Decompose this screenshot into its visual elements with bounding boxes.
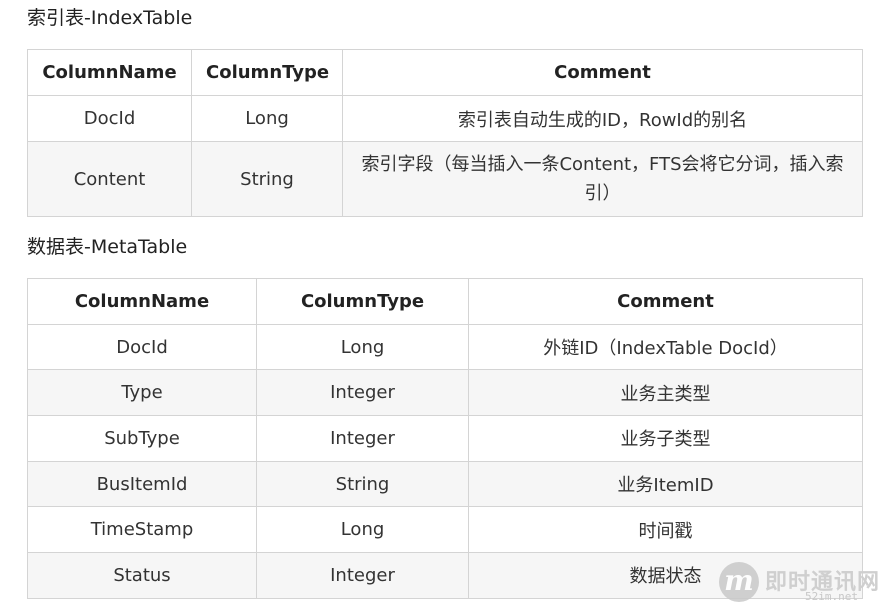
meta-table-title: 数据表-MetaTable [27,236,188,258]
table-cell: DocId [27,95,192,142]
table-cell: 索引字段（每当插入一条Content，FTS会将它分词，插入索引） [342,141,863,217]
table-cell: String [191,141,343,217]
table-row: BusItemId String 业务ItemID [27,460,863,508]
table-cell: Content [27,141,192,217]
table-cell: TimeStamp [27,506,257,554]
table-cell: Integer [256,415,469,462]
table-header-row: ColumnName ColumnType Comment [27,49,863,96]
meta-table: ColumnName ColumnType Comment DocId Long… [27,278,863,599]
table-cell: 业务ItemID [468,460,863,508]
table-cell: String [256,460,469,508]
column-header: Comment [468,278,863,325]
column-header: Comment [342,49,863,96]
table-cell: Long [256,506,469,554]
table-cell: BusItemId [27,460,257,508]
column-header: ColumnName [27,278,257,325]
table-row: TimeStamp Long 时间戳 [27,506,863,554]
table-cell: Status [27,552,257,599]
table-cell: 时间戳 [468,506,863,554]
index-table-title: 索引表-IndexTable [27,7,193,29]
table-row: Status Integer 数据状态 [27,552,863,599]
table-header-row: ColumnName ColumnType Comment [27,278,863,325]
table-row: DocId Long 索引表自动生成的ID，RowId的别名 [27,95,863,142]
table-row: Type Integer 业务主类型 [27,369,863,417]
table-cell: Type [27,369,257,417]
table-cell: SubType [27,415,257,462]
table-cell: Integer [256,369,469,417]
index-table: ColumnName ColumnType Comment DocId Long… [27,49,863,217]
table-row: DocId Long 外链ID（IndexTable DocId） [27,323,863,371]
table-cell: Integer [256,552,469,599]
column-header: ColumnName [27,49,192,96]
table-cell: 业务主类型 [468,369,863,417]
table-cell: Long [191,95,343,142]
table-cell: 业务子类型 [468,415,863,462]
table-row: Content String 索引字段（每当插入一条Content，FTS会将它… [27,141,863,217]
table-cell: DocId [27,323,257,371]
table-cell: 数据状态 [468,552,863,599]
column-header: ColumnType [256,278,469,325]
column-header: ColumnType [191,49,343,96]
table-cell: 外链ID（IndexTable DocId） [468,323,863,371]
table-cell: Long [256,323,469,371]
table-row: SubType Integer 业务子类型 [27,415,863,462]
table-cell: 索引表自动生成的ID，RowId的别名 [342,95,863,142]
